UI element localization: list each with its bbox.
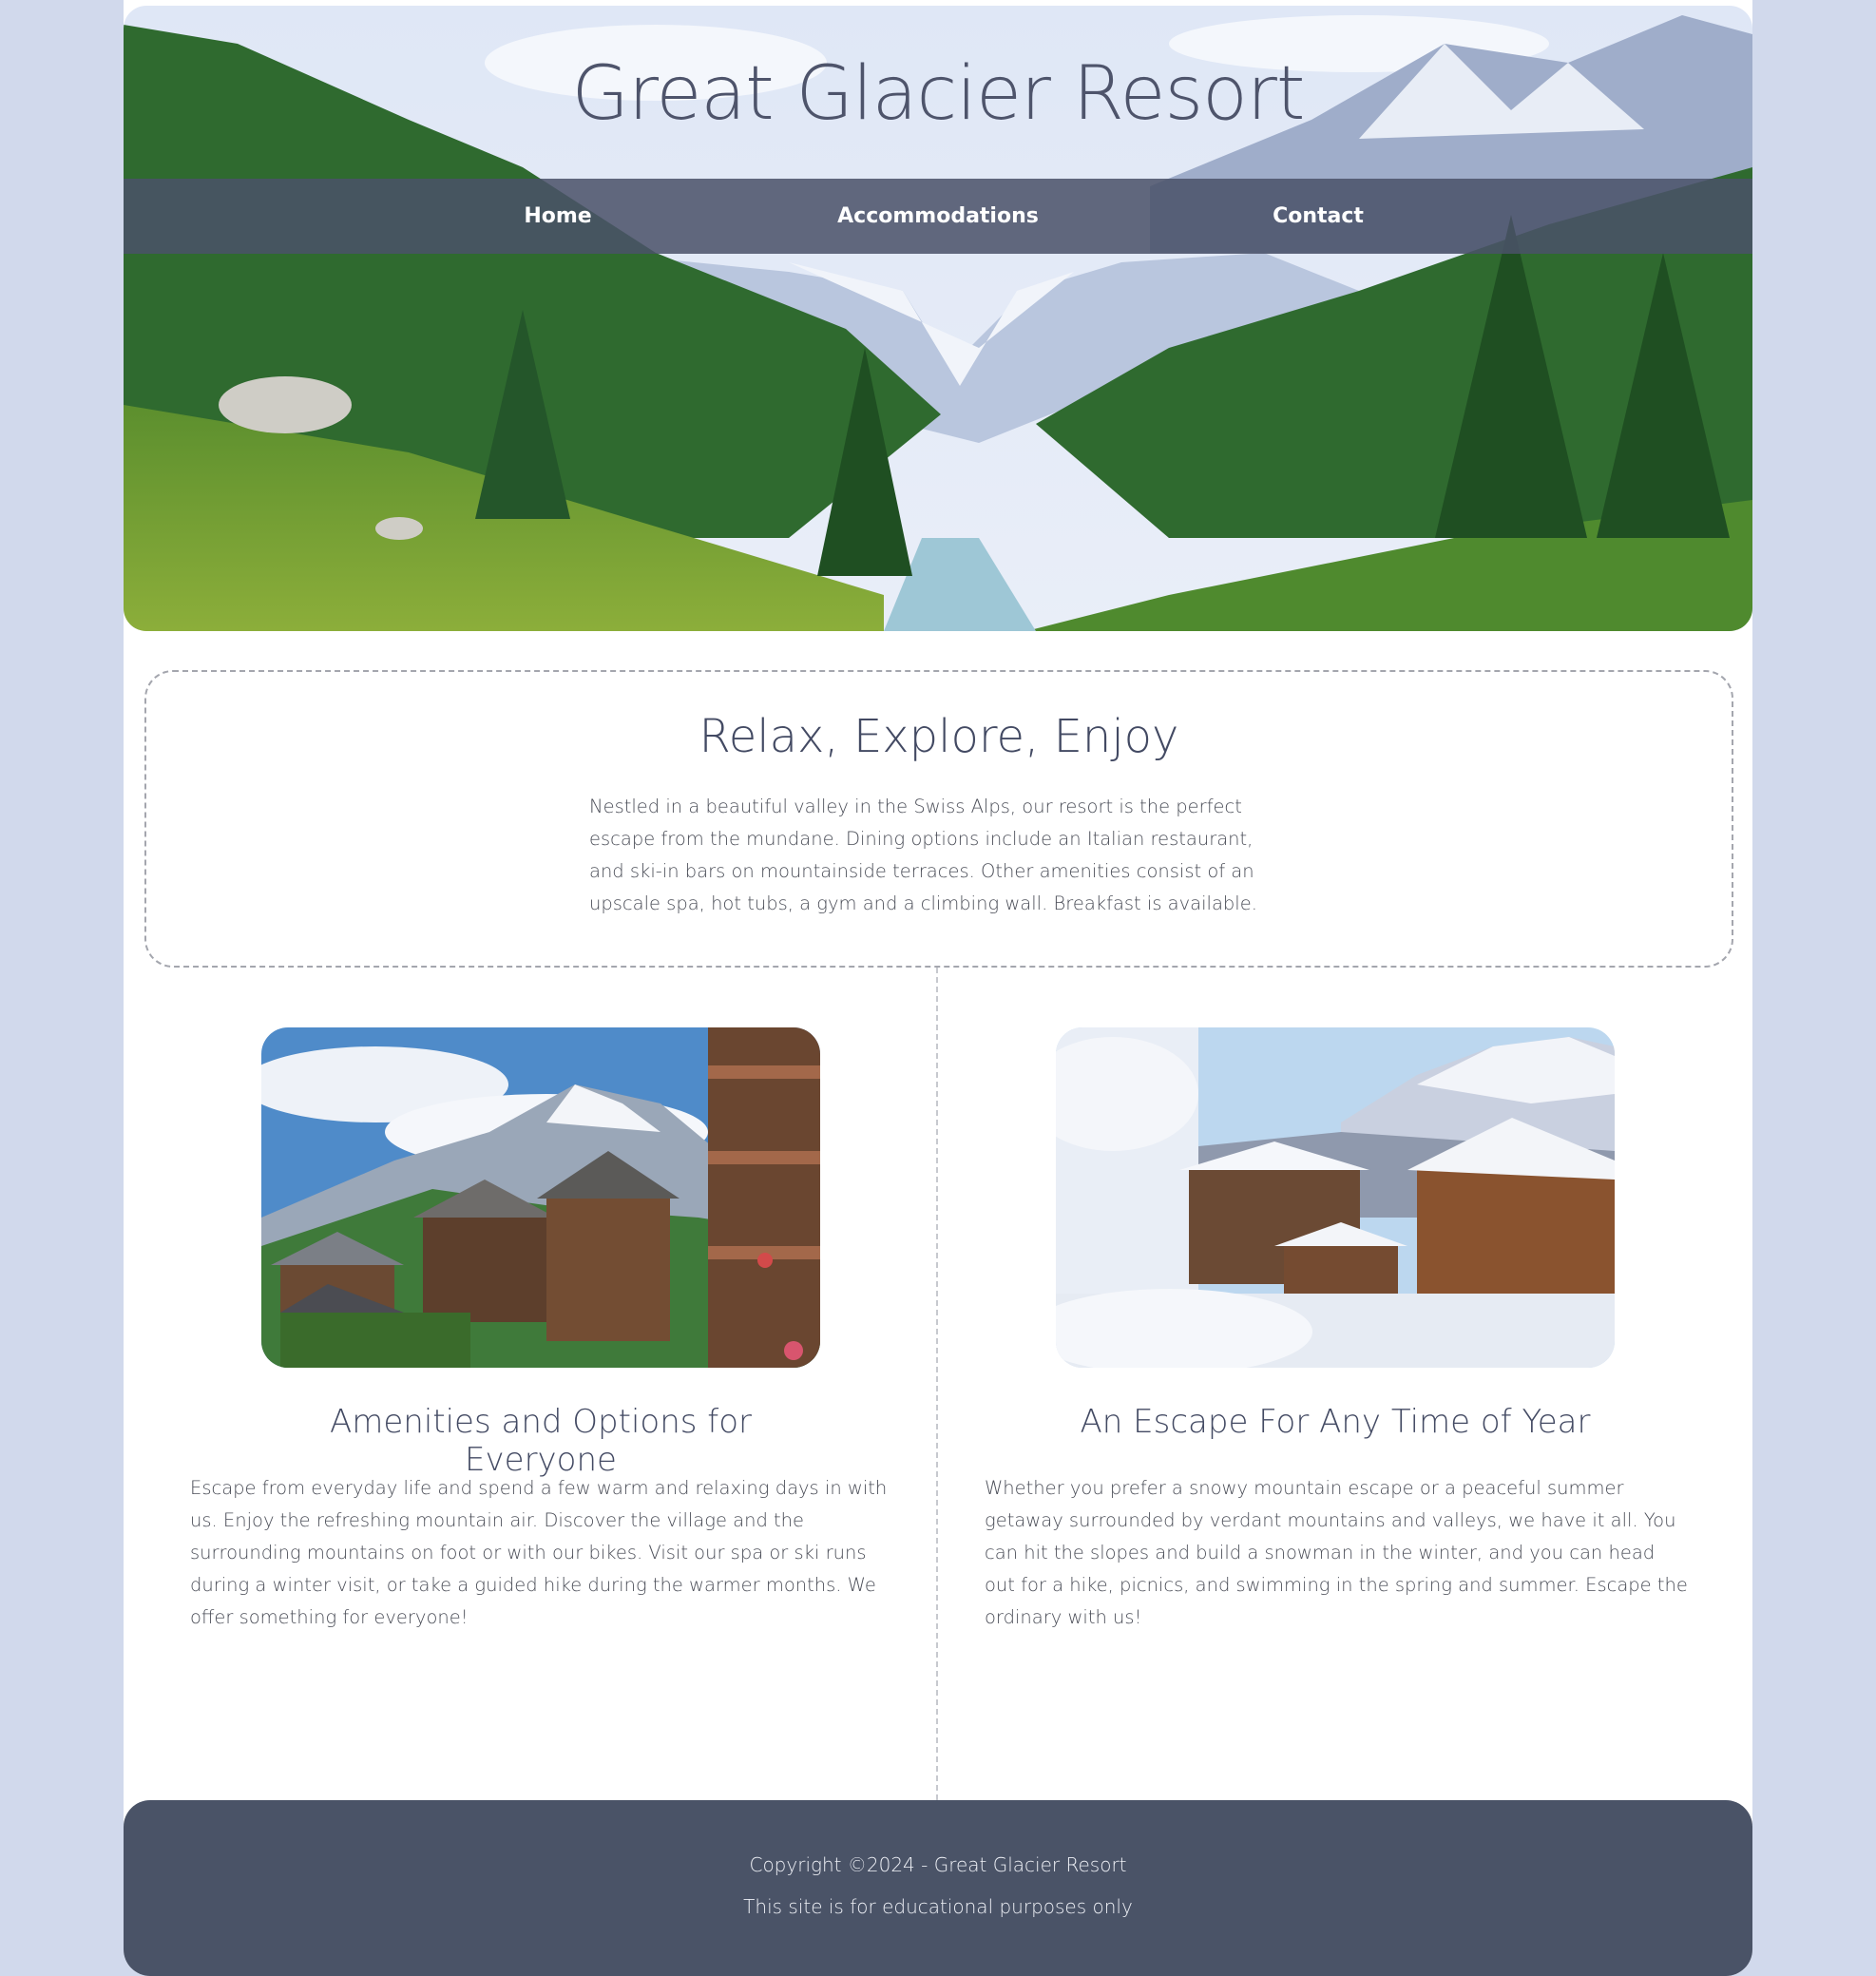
alpine-village-summer-image <box>261 1027 820 1368</box>
intro-text: Nestled in a beautiful valley in the Swi… <box>589 796 1257 914</box>
main-navigation: Home Accommodations Contact <box>124 179 1752 254</box>
nav-item-home[interactable]: Home <box>387 179 729 254</box>
footer-copyright: Copyright ©2024 - Great Glacier Resort <box>749 1853 1127 1876</box>
nav-item-accommodations[interactable]: Accommodations <box>767 179 1109 254</box>
alpine-village-winter-image <box>1056 1027 1615 1368</box>
footer-note: This site is for educational purposes on… <box>743 1895 1133 1918</box>
page-container: Great Glacier Resort Home Accommodations… <box>124 0 1752 1976</box>
feature-heading-seasons: An Escape For Any Time of Year <box>1080 1403 1591 1441</box>
feature-text-amenities: Escape from everyday life and spend a fe… <box>190 1477 888 1628</box>
column-divider <box>936 968 938 1800</box>
hero-banner: Great Glacier Resort Home Accommodations… <box>124 6 1752 631</box>
intro-heading: Relax, Explore, Enjoy <box>699 710 1179 763</box>
intro-section: Relax, Explore, Enjoy Nestled in a beaut… <box>144 670 1733 968</box>
nav-item-contact[interactable]: Contact <box>1147 179 1489 254</box>
feature-heading-amenities: Amenities and Options for Everyone <box>329 1403 753 1479</box>
feature-text-seasons: Whether you prefer a snowy mountain esca… <box>985 1477 1688 1628</box>
site-title: Great Glacier Resort <box>571 51 1306 137</box>
site-footer: Copyright ©2024 - Great Glacier Resort T… <box>124 1800 1752 1976</box>
